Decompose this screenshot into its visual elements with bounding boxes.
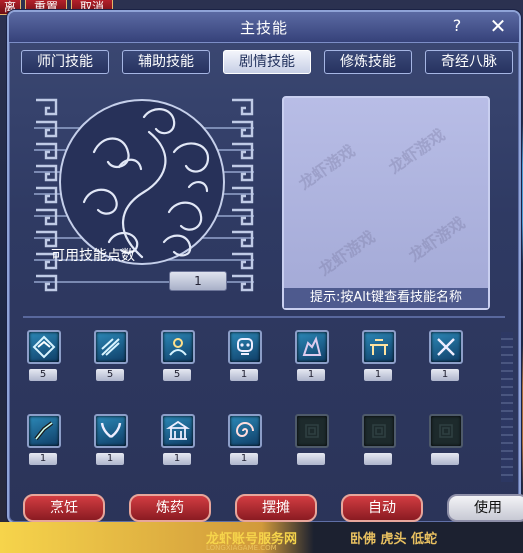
- empty-slot-icon: [295, 414, 329, 448]
- diamond-arrow-icon[interactable]: [27, 330, 61, 364]
- skull-icon[interactable]: [228, 330, 262, 364]
- swirl-icon[interactable]: [228, 414, 262, 448]
- help-button[interactable]: ?: [447, 16, 467, 36]
- scroll-indicator: [501, 332, 513, 482]
- empty-skill-slot: [362, 414, 396, 465]
- hand-blade-icon[interactable]: [27, 414, 61, 448]
- cook-button[interactable]: 烹饪: [23, 494, 105, 522]
- skill-slot[interactable]: 1: [362, 330, 396, 381]
- skill-level: 1: [163, 453, 191, 465]
- skill-slot[interactable]: 1: [94, 414, 128, 465]
- skill-points-value: 1: [169, 271, 227, 291]
- skill-slot[interactable]: 5: [161, 330, 195, 381]
- nature-spirit-icon[interactable]: [161, 330, 195, 364]
- stall-button[interactable]: 摆摊: [235, 494, 317, 522]
- watermark-text: 龙虾游戏: [385, 125, 449, 178]
- skill-level: 5: [29, 369, 57, 381]
- skill-slot[interactable]: 1: [161, 414, 195, 465]
- wings-icon[interactable]: [94, 414, 128, 448]
- cloud-ornament-icon: [34, 98, 254, 292]
- skill-slot[interactable]: 1: [429, 330, 463, 381]
- skill-slot[interactable]: 5: [94, 330, 128, 381]
- tab-cultivation-skills[interactable]: 修炼技能: [324, 50, 412, 74]
- watermark-text: 龙虾游戏: [405, 213, 469, 266]
- use-button[interactable]: 使用: [447, 494, 523, 522]
- tab-story-skills[interactable]: 剧情技能: [223, 50, 311, 74]
- broken-line-icon[interactable]: [94, 330, 128, 364]
- table-build-icon[interactable]: [362, 330, 396, 364]
- skill-level: [297, 453, 325, 465]
- empty-slot-icon: [362, 414, 396, 448]
- skill-slot[interactable]: 5: [27, 330, 61, 381]
- tab-school-skills[interactable]: 师门技能: [21, 50, 109, 74]
- skill-level: 1: [96, 453, 124, 465]
- skill-level: 1: [364, 369, 392, 381]
- skill-slot[interactable]: 1: [295, 330, 329, 381]
- skill-level: 1: [230, 369, 258, 381]
- skill-level: [431, 453, 459, 465]
- footer-url: LONGXIAGAME.COM: [206, 544, 277, 552]
- tab-meridians[interactable]: 奇经八脉: [425, 50, 513, 74]
- skill-slot[interactable]: 1: [228, 414, 262, 465]
- watermark-text: 龙虾游戏: [315, 227, 379, 280]
- action-bar: 烹饪 炼药 摆摊 自动 使用: [23, 494, 523, 522]
- footer-right-text: 卧佛 虎头 低蛇: [350, 532, 438, 547]
- tab-bar: 师门技能 辅助技能 剧情技能 修炼技能 奇经八脉: [21, 50, 513, 74]
- empty-skill-slot: [295, 414, 329, 465]
- skill-points-label: 可用技能点数: [51, 248, 135, 264]
- skill-slot[interactable]: 1: [27, 414, 61, 465]
- alt-hint-text: 提示:按Alt键查看技能名称: [284, 288, 488, 308]
- skill-level: 5: [163, 369, 191, 381]
- crossed-blades-icon[interactable]: [429, 330, 463, 364]
- window-title: 主技能: [239, 19, 288, 37]
- empty-slot-icon: [429, 414, 463, 448]
- watermark-text: 龙虾游戏: [295, 141, 359, 194]
- skill-level: 1: [431, 369, 459, 381]
- decorative-art-panel: [24, 92, 264, 302]
- skill-level: 1: [29, 453, 57, 465]
- skill-description-panel: 龙虾游戏 龙虾游戏 龙虾游戏 龙虾游戏 提示:按Alt键查看技能名称: [282, 96, 490, 310]
- rock-figure-icon[interactable]: [295, 330, 329, 364]
- skill-slot[interactable]: 1: [228, 330, 262, 381]
- main-skill-window: 主技能 ? ✕ 师门技能 辅助技能 剧情技能 修炼技能 奇经八脉 可用技能点数 …: [7, 10, 523, 524]
- skill-level: 5: [96, 369, 124, 381]
- skill-level: 1: [230, 453, 258, 465]
- alchemy-button[interactable]: 炼药: [129, 494, 211, 522]
- skill-level: [364, 453, 392, 465]
- skill-level: 1: [297, 369, 325, 381]
- section-divider: [23, 316, 505, 318]
- auto-button[interactable]: 自动: [341, 494, 423, 522]
- temple-icon[interactable]: [161, 414, 195, 448]
- title-bar: 主技能 ? ✕: [9, 12, 519, 43]
- empty-skill-slot: [429, 414, 463, 465]
- close-icon[interactable]: ✕: [487, 15, 509, 37]
- tab-support-skills[interactable]: 辅助技能: [122, 50, 210, 74]
